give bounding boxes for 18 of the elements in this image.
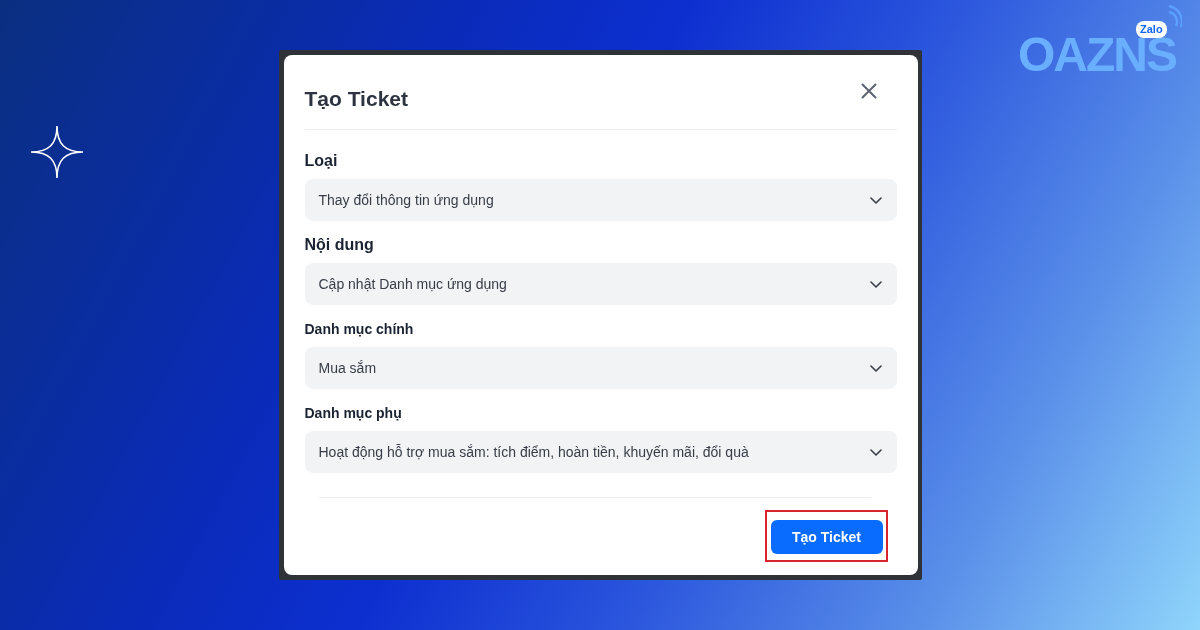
- sparkle-icon: [31, 126, 83, 178]
- field-label: Loại: [304, 151, 338, 171]
- field-label: Danh mục phụ: [304, 404, 402, 423]
- select-field[interactable]: Cập nhật Danh mục ứng dụng: [304, 263, 897, 305]
- field-label: Nội dung: [304, 235, 374, 255]
- select-field[interactable]: Thay đổi thông tin ứng dụng: [304, 179, 897, 221]
- chevron-down-icon: [869, 280, 882, 288]
- brand-badge: Zalo: [1136, 21, 1167, 38]
- close-icon[interactable]: [860, 83, 877, 99]
- select-field[interactable]: Hoạt động hỗ trợ mua sắm: tích điểm, hoàn tiền, khuyến mãi, đổi quà: [304, 431, 897, 473]
- create-ticket-button[interactable]: Tạo Ticket: [770, 520, 883, 554]
- signal-icon: [1168, 5, 1182, 29]
- chevron-down-icon: [869, 364, 882, 372]
- field-label: Danh mục chính: [304, 320, 414, 339]
- dialog-title: Tạo Ticket: [304, 86, 408, 112]
- chevron-down-icon: [869, 448, 882, 456]
- select-field[interactable]: Mua sắm: [304, 347, 897, 389]
- chevron-down-icon: [869, 196, 882, 204]
